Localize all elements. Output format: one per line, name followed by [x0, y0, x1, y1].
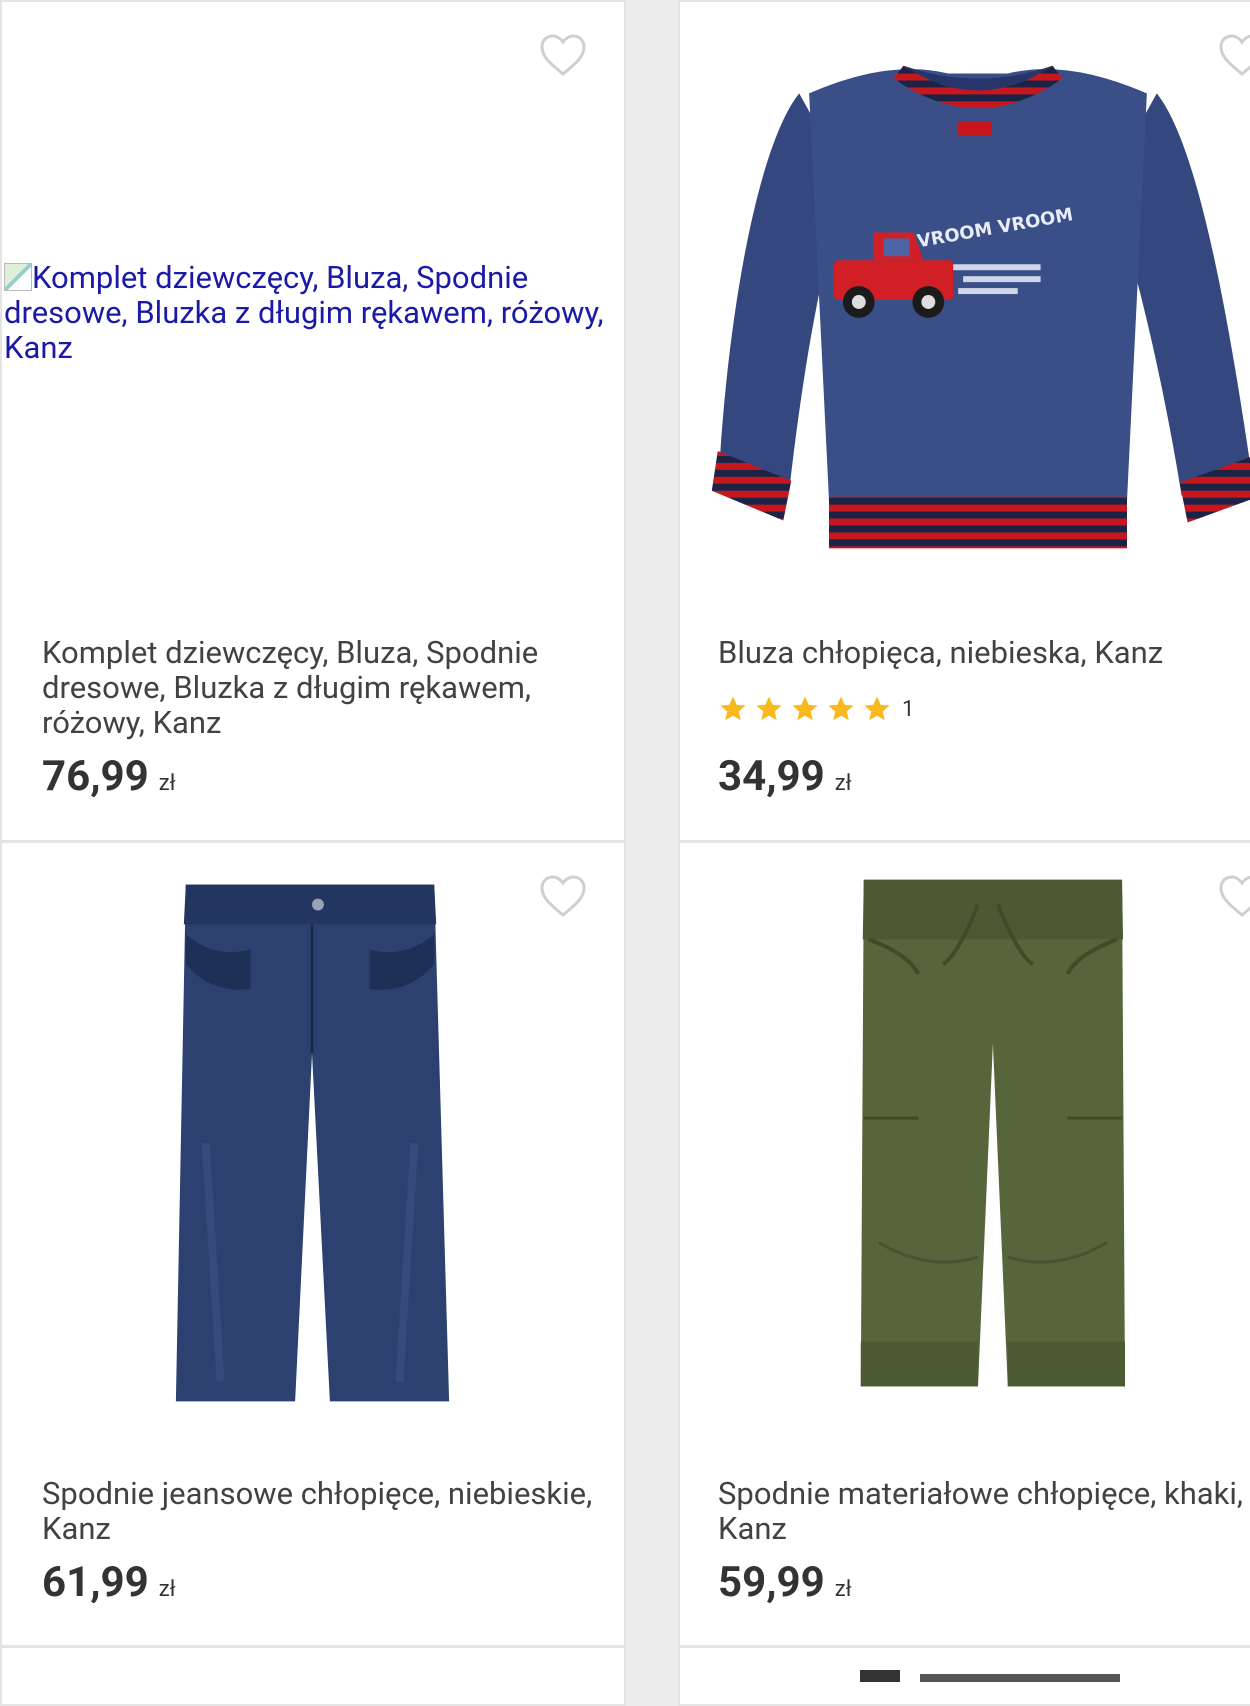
product-image-sweatshirt[interactable]: VROOM VROOM [680, 2, 1250, 602]
product-card[interactable]: Spodnie jeansowe chłopięce, niebieskie, … [0, 841, 626, 1647]
product-image-partial [860, 1670, 1120, 1682]
product-price: 61,99 zł [42, 1560, 176, 1613]
star-icon [720, 696, 746, 721]
product-title[interactable]: Komplet dziewczęcy, Bluza, Spodnie dreso… [42, 635, 602, 740]
product-card[interactable] [0, 1646, 626, 1706]
broken-image-icon [4, 263, 32, 291]
price-value: 34,99 [718, 752, 825, 801]
price-value: 61,99 [42, 1558, 149, 1607]
product-card[interactable]: VROOM VROOM Bluza chłopięca, niebieska, … [678, 0, 1250, 842]
product-card[interactable] [678, 1646, 1250, 1706]
star-icon [828, 696, 854, 721]
product-price: 34,99 zł [718, 754, 852, 807]
product-title[interactable]: Spodnie materiałowe chłopięce, khaki, Ka… [718, 1476, 1250, 1546]
price-currency: zł [158, 771, 176, 796]
price-value: 59,99 [718, 1558, 825, 1607]
price-currency: zł [158, 1577, 176, 1602]
product-price: 76,99 zł [42, 754, 176, 807]
product-title[interactable]: Bluza chłopięca, niebieska, Kanz [718, 635, 1250, 670]
image-alt-text: Komplet dziewczęcy, Bluza, Spodnie dreso… [4, 259, 604, 366]
product-image-jeans[interactable] [2, 843, 624, 1443]
product-image-khaki-pants[interactable] [680, 843, 1250, 1443]
star-icon [756, 696, 782, 721]
heart-icon[interactable] [537, 871, 589, 923]
heart-icon[interactable] [1216, 30, 1250, 82]
product-image-broken[interactable]: Komplet dziewczęcy, Bluza, Spodnie dreso… [2, 2, 624, 602]
heart-icon[interactable] [1216, 871, 1250, 923]
product-card[interactable]: Spodnie materiałowe chłopięce, khaki, Ka… [678, 841, 1250, 1647]
star-icon [792, 696, 818, 721]
heart-icon[interactable] [537, 30, 589, 82]
product-price: 59,99 zł [718, 1560, 852, 1613]
price-currency: zł [834, 1577, 852, 1602]
price-currency: zł [834, 771, 852, 796]
rating-count: 1 [902, 696, 915, 722]
star-icon [864, 696, 890, 721]
product-card[interactable]: Komplet dziewczęcy, Bluza, Spodnie dreso… [0, 0, 626, 842]
rating: 1 [718, 692, 914, 726]
product-title[interactable]: Spodnie jeansowe chłopięce, niebieskie, … [42, 1476, 602, 1546]
price-value: 76,99 [42, 752, 149, 801]
